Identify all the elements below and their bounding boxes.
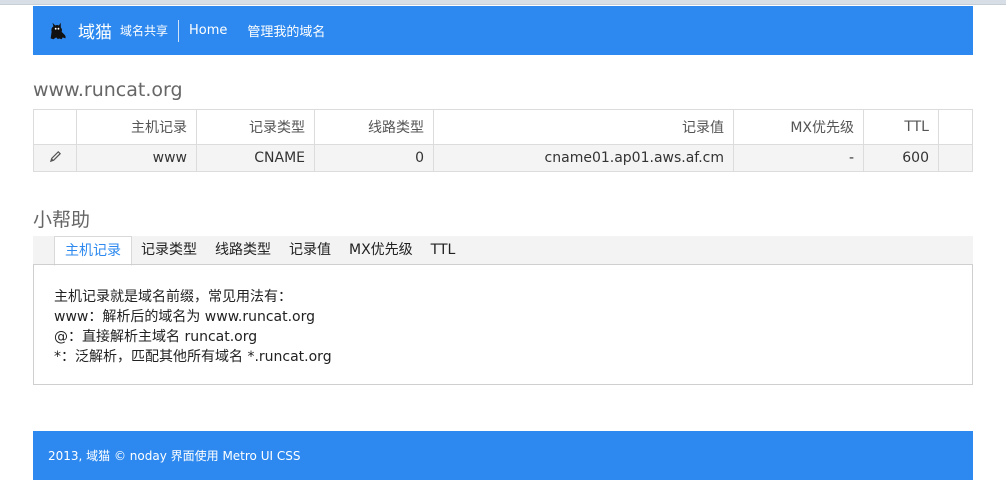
help-tab-panel: 主机记录就是域名前缀，常见用法有： www：解析后的域名为 www.runcat… <box>33 264 973 385</box>
header-ttl: TTL <box>863 109 939 145</box>
pencil-icon[interactable] <box>49 150 62 163</box>
domain-title: www.runcat.org <box>33 79 183 101</box>
brand-subtitle[interactable]: 域名共享 <box>120 22 168 39</box>
browser-top-edge <box>0 0 1006 5</box>
tab-record-type[interactable]: 记录类型 <box>132 236 206 265</box>
nav-home-link[interactable]: Home <box>189 23 227 38</box>
header-extra-column <box>938 109 973 145</box>
table-row: www CNAME 0 cname01.ap01.aws.af.cm - 600 <box>33 144 973 172</box>
header-edit-column <box>33 109 77 145</box>
tab-mx-priority[interactable]: MX优先级 <box>340 236 422 265</box>
tab-host-record[interactable]: 主机记录 <box>54 236 132 266</box>
help-line-www: www：解析后的域名为 www.runcat.org <box>54 309 315 325</box>
footer: 2013, 域猫 © noday 界面使用 Metro UI CSS <box>33 431 973 480</box>
tab-ttl[interactable]: TTL <box>422 236 465 265</box>
header-mx: MX优先级 <box>733 109 864 145</box>
help-title: 小帮助 <box>33 209 91 231</box>
records-table: 主机记录 记录类型 线路类型 记录值 MX优先级 TTL www CNAME 0… <box>33 109 973 172</box>
cell-ttl: 600 <box>863 144 939 172</box>
cell-extra <box>938 144 973 172</box>
header-type: 记录类型 <box>196 109 315 145</box>
help-tabs: 主机记录 记录类型 线路类型 记录值 MX优先级 TTL <box>33 236 973 266</box>
cell-host: www <box>76 144 197 172</box>
footer-text: 2013, 域猫 © noday 界面使用 Metro UI CSS <box>48 449 301 463</box>
header-host: 主机记录 <box>76 109 197 145</box>
cat-icon <box>50 22 66 39</box>
cell-value: cname01.ap01.aws.af.cm <box>433 144 734 172</box>
brand-name[interactable]: 域猫 <box>78 18 112 43</box>
tab-record-value[interactable]: 记录值 <box>280 236 340 265</box>
header-line: 线路类型 <box>314 109 434 145</box>
header-value: 记录值 <box>433 109 734 145</box>
nav-manage-domains-link[interactable]: 管理我的域名 <box>247 21 325 40</box>
cell-mx: - <box>733 144 864 172</box>
cell-line: 0 <box>314 144 434 172</box>
brand[interactable]: 域猫 域名共享 <box>33 6 168 55</box>
nav-divider <box>178 19 180 42</box>
navbar: 域猫 域名共享 Home 管理我的域名 <box>33 6 973 55</box>
help-line-intro: 主机记录就是域名前缀，常见用法有： <box>54 289 292 305</box>
edit-cell[interactable] <box>33 144 77 172</box>
table-header-row: 主机记录 记录类型 线路类型 记录值 MX优先级 TTL <box>33 109 973 145</box>
cell-type: CNAME <box>196 144 315 172</box>
help-line-at: @：直接解析主域名 runcat.org <box>54 329 258 345</box>
tab-line-type[interactable]: 线路类型 <box>206 236 280 265</box>
help-line-wildcard: *：泛解析，匹配其他所有域名 *.runcat.org <box>54 349 332 365</box>
